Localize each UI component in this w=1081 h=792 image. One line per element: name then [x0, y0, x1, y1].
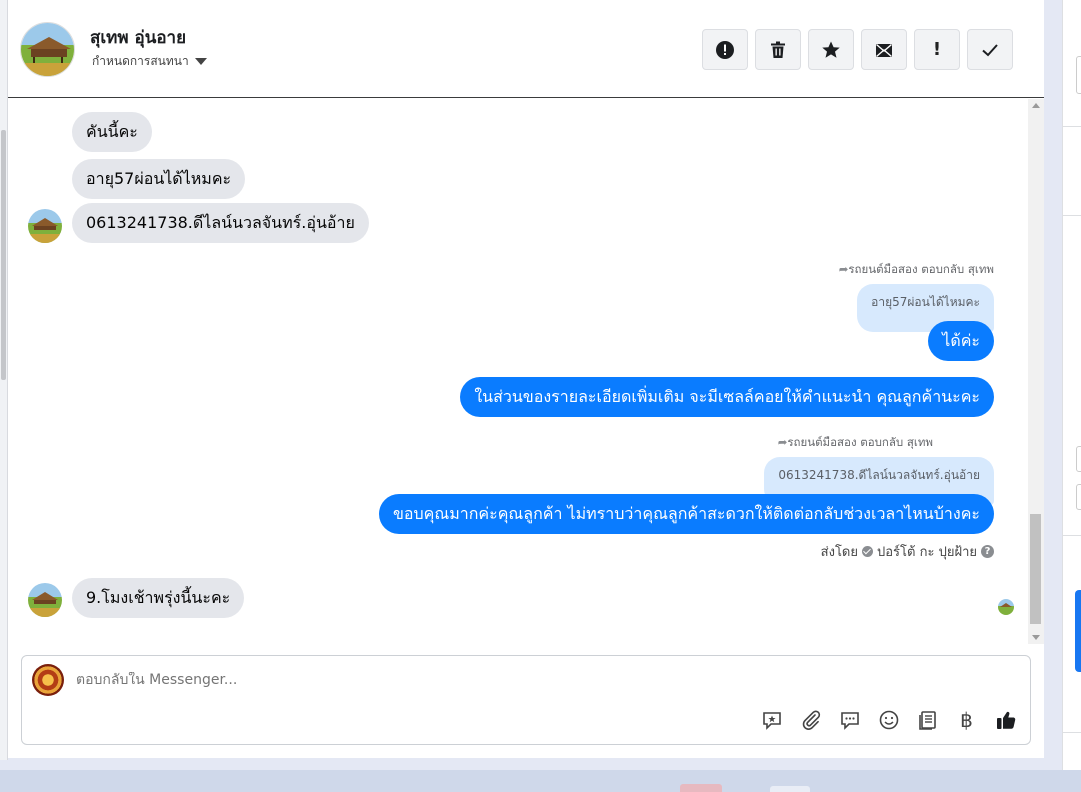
saved-reply-icon[interactable] [759, 707, 784, 732]
taskbar-item[interactable] [680, 784, 722, 792]
caret-down-icon [194, 58, 207, 65]
envelope-icon [876, 43, 892, 57]
notes-icon[interactable] [915, 707, 940, 732]
sent-by-prefix: ส่งโดย [820, 545, 858, 560]
reply-input[interactable] [76, 672, 776, 688]
sidebar-field[interactable] [1076, 446, 1081, 472]
reply-composer: ฿ [21, 655, 1031, 745]
attachment-icon[interactable] [798, 707, 823, 732]
verified-check-icon [862, 546, 873, 557]
sent-by-name[interactable]: ปอร์โต้ กะ ปุยฝ้าย [877, 541, 977, 562]
sender-avatar[interactable] [28, 209, 62, 243]
assign-label: กำหนดการสนทนา [92, 54, 189, 68]
baht-glyph: ฿ [960, 707, 973, 732]
reply-header: รถยนต์มือสอง ตอบกลับ สุเทพ [787, 435, 933, 449]
conversation-header: สุเทพ อุ่นอาย กำหนดการสนทนา ! [8, 0, 1044, 98]
sidebar-divider [1063, 215, 1081, 216]
reply-context-line: ➦รถยนต์มือสอง ตอบกลับ สุเทพ [839, 261, 994, 279]
delete-button[interactable] [755, 29, 801, 70]
outgoing-message[interactable]: ได้ค่ะ [928, 321, 994, 361]
outgoing-message[interactable]: ในส่วนของรายละเอียดเพิ่มเติม จะมีเซลล์คอ… [460, 377, 994, 417]
page-avatar [32, 664, 64, 696]
contact-name: สุเทพ อุ่นอาย [90, 28, 187, 48]
reply-arrow-icon: ➦ [777, 435, 788, 449]
incoming-message[interactable]: คันนี้คะ [72, 112, 152, 152]
star-icon [822, 41, 840, 58]
layout-gap [1044, 0, 1062, 770]
incoming-message[interactable]: 0613241738.ดีไลน์นวลจันทร์.อุ่นอ้าย [72, 203, 369, 243]
right-sidebar [1062, 0, 1081, 770]
trash-icon [771, 41, 785, 58]
help-icon[interactable]: ? [981, 545, 994, 558]
reply-arrow-icon: ➦ [838, 262, 849, 276]
sidebar-field[interactable] [1076, 56, 1081, 94]
contact-avatar[interactable] [20, 22, 75, 77]
sidebar-divider [1063, 535, 1081, 536]
composer-tools: ฿ [759, 707, 1018, 732]
left-scrollbar-thumb[interactable] [1, 130, 6, 380]
scroll-down-icon[interactable] [1032, 635, 1040, 640]
follow-up-button[interactable]: ! [914, 29, 960, 70]
sidebar-divider [1063, 126, 1081, 127]
sender-avatar[interactable] [28, 583, 62, 617]
conversation-panel: สุเทพ อุ่นอาย กำหนดการสนทนา ! คันนี้คะ อ… [8, 0, 1044, 758]
scroll-up-icon[interactable] [1032, 103, 1040, 108]
taskbar [0, 770, 1081, 792]
check-icon [982, 43, 998, 56]
sidebar-field[interactable] [1076, 484, 1081, 510]
incoming-message[interactable]: 9.โมงเช้าพรุ่งนี้นะคะ [72, 578, 245, 618]
reply-header: รถยนต์มือสอง ตอบกลับ สุเทพ [848, 262, 994, 276]
emoji-icon[interactable] [876, 707, 901, 732]
message-scrollbar[interactable] [1028, 99, 1044, 644]
sidebar-divider [1063, 732, 1081, 733]
scrollbar-thumb[interactable] [1030, 514, 1041, 624]
reply-context-line: ➦รถยนต์มือสอง ตอบกลับ สุเทพ [778, 434, 933, 452]
incoming-message[interactable]: อายุ57ผ่อนได้ไหมคะ [72, 159, 246, 199]
mark-unread-button[interactable] [861, 29, 907, 70]
thumbs-up-icon[interactable] [993, 707, 1018, 732]
alert-circle-icon [716, 40, 734, 59]
report-spam-button[interactable] [702, 29, 748, 70]
chat-bubble-icon[interactable] [837, 707, 862, 732]
mark-done-button[interactable] [967, 29, 1013, 70]
assign-conversation-dropdown[interactable]: กำหนดการสนทนา [92, 52, 207, 71]
seen-indicator-avatar [998, 599, 1014, 615]
star-button[interactable] [808, 29, 854, 70]
sent-by-line: ส่งโดย ปอร์โต้ กะ ปุยฝ้าย ? [821, 541, 994, 562]
outgoing-message[interactable]: ขอบคุณมากค่ะคุณลูกค้า ไม่ทราบว่าคุณลูกค้… [378, 494, 994, 534]
exclamation-icon: ! [932, 39, 942, 60]
message-list: คันนี้คะ อายุ57ผ่อนได้ไหมคะ 0613241738.ด… [8, 99, 1028, 644]
sidebar-action-button[interactable] [1075, 590, 1081, 672]
left-scroll-strip [0, 0, 8, 760]
taskbar-item[interactable] [770, 786, 810, 792]
payment-icon[interactable]: ฿ [954, 707, 979, 732]
action-toolbar: ! [702, 29, 1013, 70]
